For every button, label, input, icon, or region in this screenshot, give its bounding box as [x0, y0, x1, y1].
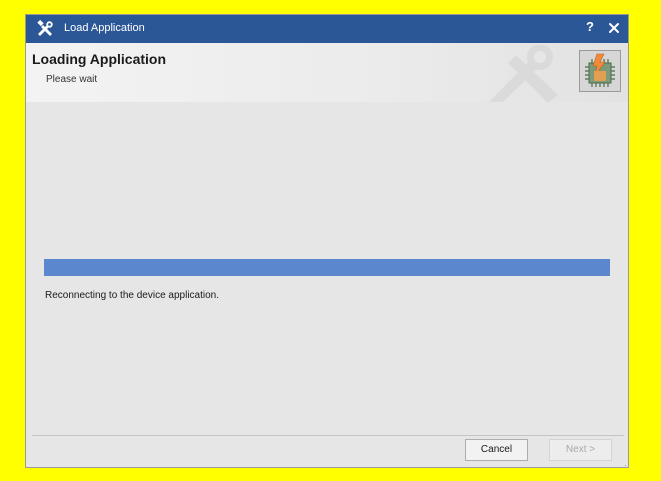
- page-subtitle: Please wait: [46, 74, 98, 85]
- help-button[interactable]: ?: [582, 19, 598, 37]
- tools-icon: [35, 19, 55, 39]
- title-bar[interactable]: Load Application ?: [26, 15, 628, 43]
- footer-divider: [32, 435, 624, 436]
- tools-watermark-icon: [478, 44, 568, 102]
- chip-logo-icon: [579, 50, 621, 92]
- next-button[interactable]: Next >: [549, 439, 612, 461]
- close-icon[interactable]: [606, 19, 622, 37]
- page-title: Loading Application: [32, 51, 167, 67]
- status-message: Reconnecting to the device application.: [45, 290, 220, 301]
- progress-bar-fill: [44, 259, 610, 276]
- wizard-header: Loading Application Please wait: [26, 43, 628, 102]
- window-title: Load Application: [64, 22, 145, 34]
- cancel-button[interactable]: Cancel: [465, 439, 528, 461]
- progress-bar: [44, 259, 610, 276]
- resize-grip-icon[interactable]: [619, 458, 627, 466]
- load-application-dialog: Load Application ? Loading Application P…: [25, 14, 629, 468]
- wizard-content: Reconnecting to the device application.: [26, 102, 628, 435]
